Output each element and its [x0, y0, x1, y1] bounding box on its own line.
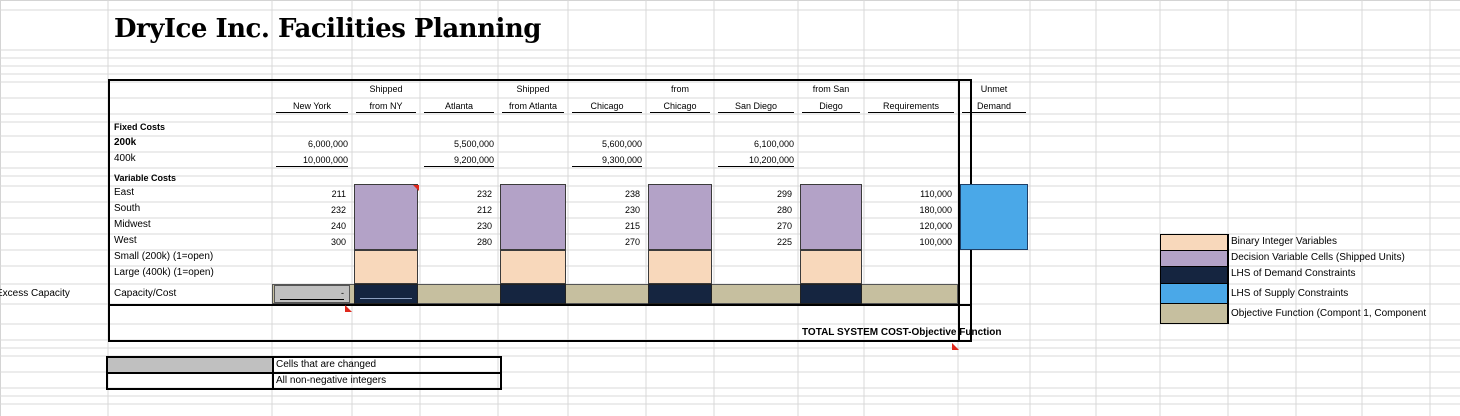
cell-req-south[interactable]: 180,000 [868, 204, 952, 216]
cell-ny-midwest[interactable]: 240 [276, 220, 346, 232]
variable-costs-label: Variable Costs [114, 173, 177, 183]
legend-label-decision: Decision Variable Cells (Shipped Units) [1231, 252, 1405, 263]
row-200k-label: 200k [114, 137, 137, 148]
cell-req-midwest[interactable]: 120,000 [868, 220, 952, 232]
header-new-york: New York [276, 100, 348, 113]
header-shipped-ny-1: Shipped [369, 84, 403, 94]
binary-cells-san-diego[interactable] [800, 250, 862, 284]
demand-lhs-san-diego[interactable] [800, 284, 862, 304]
sheet-title: DryIce Inc. Facilities Planning [114, 14, 541, 44]
legend-label-supply: LHS of Supply Constraints [1231, 288, 1349, 299]
cell-chi-east[interactable]: 238 [572, 188, 640, 200]
cell-ny-south[interactable]: 232 [276, 204, 346, 216]
row-400k-label: 400k [114, 153, 136, 164]
cell-atl-west[interactable]: 280 [424, 236, 492, 248]
cell-sd-200[interactable]: 6,100,000 [718, 138, 794, 150]
header-unmet-2: Demand [962, 100, 1026, 113]
cell-ny-200[interactable]: 6,000,000 [276, 138, 348, 150]
cell-chi-south[interactable]: 230 [572, 204, 640, 216]
header-unmet-1: Unmet [980, 84, 1008, 94]
fixed-costs-label: Fixed Costs [114, 122, 166, 132]
note-changed: Cells that are changed [276, 359, 377, 370]
legend-label-demand: LHS of Demand Constraints [1231, 268, 1356, 279]
header-from-sd-2: Diego [802, 100, 860, 113]
excess-capacity-label: Excess Capacity [0, 288, 70, 299]
legend-label-objective: Objective Function (Compont 1, Component [1231, 308, 1427, 319]
header-shipped-ny-2: from NY [356, 100, 416, 113]
row-label-midwest: Midwest [114, 219, 151, 230]
header-chicago: Chicago [572, 100, 642, 113]
comment-marker-capacity [345, 305, 352, 312]
cell-chi-400[interactable]: 9,300,000 [572, 154, 642, 167]
legend-swatch-binary [1161, 235, 1227, 251]
comment-marker-ny [413, 185, 419, 191]
header-requirements: Requirements [868, 100, 954, 113]
header-shipped-atl-2: from Atlanta [502, 100, 564, 113]
cell-atl-400[interactable]: 9,200,000 [424, 154, 494, 167]
cell-req-east[interactable]: 110,000 [868, 188, 952, 200]
row-label-small: Small (200k) (1=open) [114, 251, 214, 262]
cell-chi-200[interactable]: 5,600,000 [572, 138, 642, 150]
cell-atl-south[interactable]: 212 [424, 204, 492, 216]
cell-req-west[interactable]: 100,000 [868, 236, 952, 248]
cell-chi-west[interactable]: 270 [572, 236, 640, 248]
cell-sd-midwest[interactable]: 270 [718, 220, 792, 232]
cell-sd-west[interactable]: 225 [718, 236, 792, 248]
binary-cells-ny[interactable] [354, 250, 418, 284]
header-atlanta: Atlanta [424, 100, 494, 113]
cell-sd-400[interactable]: 10,200,000 [718, 154, 794, 167]
demand-lhs-atlanta[interactable] [500, 284, 566, 304]
binary-cells-chicago[interactable] [648, 250, 712, 284]
objective-label: TOTAL SYSTEM COST-Objective Function [802, 327, 1002, 338]
model-header-divider [108, 304, 972, 306]
decision-cells-ny[interactable] [354, 184, 418, 250]
legend-swatch-objective [1161, 304, 1227, 323]
notes-divider [106, 372, 502, 374]
cell-ny-400[interactable]: 10,000,000 [276, 154, 348, 167]
header-from-sd-1: from San [812, 84, 850, 94]
row-label-east: East [114, 187, 135, 198]
cell-ny-west[interactable]: 300 [276, 236, 346, 248]
row-label-south: South [114, 203, 141, 214]
cell-sd-east[interactable]: 299 [718, 188, 792, 200]
supply-constraint-cells[interactable] [960, 184, 1028, 250]
demand-lhs-ny-underline [360, 298, 412, 299]
header-from-chicago-2: Chicago [650, 100, 710, 113]
notes-col-divider [272, 356, 274, 390]
legend-label-binary: Binary Integer Variables [1231, 236, 1337, 247]
binary-cells-atlanta[interactable] [500, 250, 566, 284]
comment-marker-objective [952, 343, 959, 350]
legend-swatch-supply [1161, 284, 1227, 304]
cell-chi-midwest[interactable]: 215 [572, 220, 640, 232]
header-shipped-atl-1: Shipped [516, 84, 550, 94]
demand-lhs-ny[interactable] [354, 284, 418, 304]
cell-ny-east[interactable]: 211 [276, 188, 346, 200]
header-from-chicago-1: from [671, 84, 689, 94]
cell-atl-midwest[interactable]: 230 [424, 220, 492, 232]
decision-cells-san-diego[interactable] [800, 184, 862, 250]
row-label-large: Large (400k) (1=open) [114, 267, 214, 278]
cell-sd-south[interactable]: 280 [718, 204, 792, 216]
legend-swatch-decision [1161, 251, 1227, 267]
decision-cells-chicago[interactable] [648, 184, 712, 250]
changed-cells-swatch [108, 358, 272, 372]
note-integers: All non-negative integers [276, 375, 387, 386]
row-label-west: West [114, 235, 137, 246]
decision-cells-atlanta[interactable] [500, 184, 566, 250]
legend-swatch-demand [1161, 267, 1227, 284]
legend-divider [1228, 234, 1229, 324]
demand-lhs-chicago[interactable] [648, 284, 712, 304]
cell-atl-east[interactable]: 232 [424, 188, 492, 200]
header-san-diego: San Diego [718, 100, 794, 113]
row-label-capacity: Capacity/Cost [114, 288, 177, 299]
capacity-ny-value: - [280, 287, 344, 300]
cell-atl-200[interactable]: 5,500,000 [424, 138, 494, 150]
